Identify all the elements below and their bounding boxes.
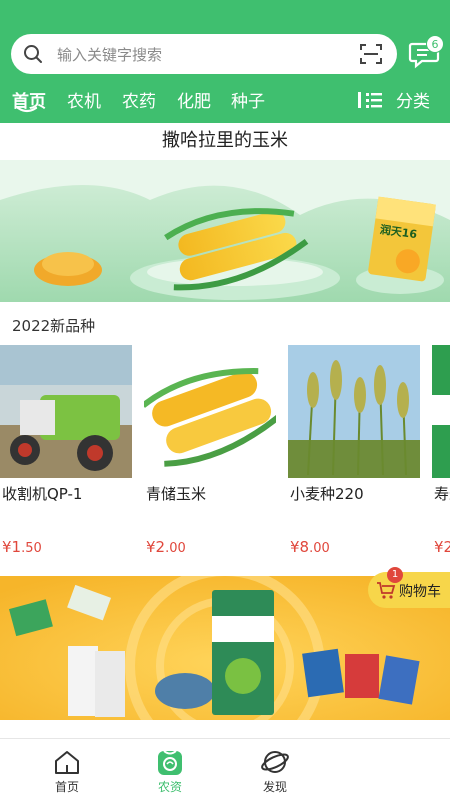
search-icon bbox=[24, 45, 42, 63]
cart-badge: 1 bbox=[387, 567, 403, 583]
product-name: 收割机QP-1 bbox=[2, 485, 83, 503]
corn-banner[interactable]: 润天16 bbox=[0, 160, 450, 302]
product-price: ¥2.00 bbox=[146, 538, 186, 556]
category-list-icon[interactable] bbox=[358, 90, 388, 110]
header-bar: 输入关键字搜索 6 首页 农机 农药 化肥 种子 分类 bbox=[0, 0, 450, 123]
feature-title: 撒哈拉里的玉米 bbox=[162, 130, 288, 151]
message-badge: 6 bbox=[426, 35, 444, 53]
tab-machinery[interactable]: 农机 bbox=[67, 87, 101, 112]
cart-label: 购物车 bbox=[399, 584, 441, 600]
tab-fertilizer[interactable]: 化肥 bbox=[177, 87, 211, 112]
product-name: 青储玉米 bbox=[146, 485, 207, 503]
home-icon bbox=[55, 751, 79, 774]
search-placeholder: 输入关键字搜索 bbox=[57, 46, 163, 64]
product-card[interactable]: 寿米种 ¥2 bbox=[432, 345, 450, 560]
discover-planet-icon bbox=[261, 751, 289, 773]
product-price: ¥2 bbox=[434, 538, 450, 556]
nav-farm-supply[interactable]: 农资 bbox=[135, 739, 205, 800]
nav-farm-supply-label: 农资 bbox=[157, 780, 182, 794]
tab-pesticide[interactable]: 农药 bbox=[122, 87, 156, 112]
product-name: 寿米种 bbox=[434, 485, 450, 503]
product-name: 小麦种220 bbox=[290, 485, 364, 503]
category-label[interactable]: 分类 bbox=[396, 87, 430, 112]
nav-discover-label: 发现 bbox=[262, 780, 287, 794]
tab-active-indicator bbox=[16, 107, 38, 113]
nav-home-label: 首页 bbox=[54, 780, 79, 794]
nav-home[interactable]: 首页 bbox=[32, 739, 102, 800]
bottom-nav: 首页 农资 发现 bbox=[0, 738, 450, 800]
seed-bag-image bbox=[432, 345, 450, 478]
section-title: 2022新品种 bbox=[12, 317, 96, 335]
wheat-image bbox=[288, 345, 420, 478]
nav-discover[interactable]: 发现 bbox=[240, 739, 310, 800]
product-card[interactable]: 青储玉米 ¥2.00 bbox=[144, 345, 276, 560]
product-card[interactable]: 小麦种220 ¥8.00 bbox=[288, 345, 420, 560]
harvester-image bbox=[0, 345, 132, 478]
product-price: ¥1.50 bbox=[2, 538, 42, 556]
cart-icon bbox=[377, 582, 396, 599]
tab-seeds[interactable]: 种子 bbox=[231, 87, 265, 112]
scan-icon[interactable] bbox=[359, 42, 383, 66]
cart-button[interactable]: 购物车 bbox=[368, 572, 450, 608]
farm-supply-icon bbox=[158, 750, 182, 775]
product-card[interactable]: 收割机QP-1 ¥1.50 bbox=[0, 345, 132, 560]
corn-image bbox=[144, 345, 276, 478]
search-bar[interactable]: 输入关键字搜索 bbox=[11, 34, 397, 74]
product-price: ¥8.00 bbox=[290, 538, 330, 556]
